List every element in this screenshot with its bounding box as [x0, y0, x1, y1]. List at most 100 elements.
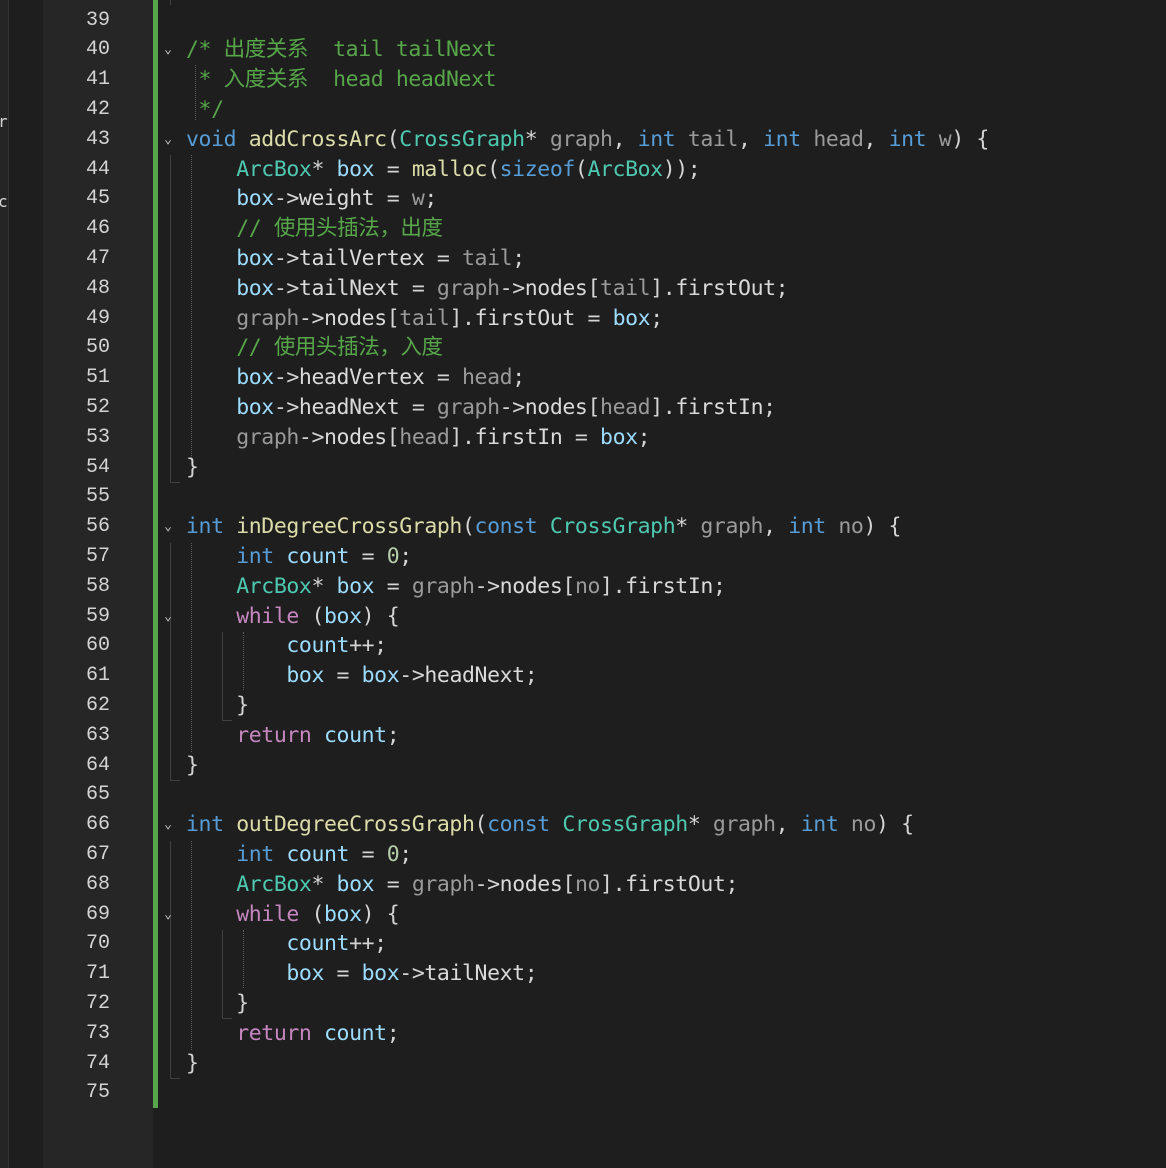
token: count [286, 931, 350, 957]
code-text: int inDegreeCrossGraph(const CrossGraph*… [186, 512, 902, 542]
code-line[interactable]: 56 ⌄ int inDegreeCrossGraph(const CrossGra… [0, 512, 1166, 542]
token: no [838, 514, 864, 540]
token: ]. [449, 305, 475, 331]
fold-chevron-icon[interactable]: ⌄ [160, 35, 176, 65]
code-line[interactable]: 69 ⌄ while (box) { [0, 900, 1166, 930]
token: box [336, 156, 375, 182]
code-line[interactable]: 52 box->headNext = graph->nodes[head].fi… [0, 393, 1166, 423]
token: box [600, 424, 638, 450]
token: box [336, 871, 375, 897]
token: ( [474, 812, 488, 838]
token: inDegreeCrossGraph [236, 514, 462, 540]
code-line[interactable]: 53 graph->nodes[head].firstIn = box; [0, 423, 1166, 453]
code-line[interactable]: 40 ⌄ /* 出度关系 tail tailNext [0, 35, 1166, 65]
fold-chevron-icon[interactable]: ⌄ [160, 900, 176, 930]
token: ++; [349, 633, 387, 659]
code-text: box->tailNext = graph->nodes[tail].first… [186, 274, 788, 304]
token: while [236, 901, 299, 927]
code-line[interactable]: 57 int count = 0; [0, 542, 1166, 572]
code-line[interactable]: 67 int count = 0; [0, 840, 1166, 870]
token: no [850, 812, 877, 838]
code-line[interactable]: 44 ArcBox* box = malloc(sizeof(ArcBox)); [0, 155, 1166, 185]
code-line[interactable]: 59 ⌄ while (box) { [0, 602, 1166, 632]
token: ; [512, 365, 525, 391]
token: addCrossArc [248, 126, 387, 152]
code-line[interactable]: 73 return count; [0, 1019, 1166, 1049]
code-line[interactable]: 47 box->tailVertex = tail; [0, 244, 1166, 274]
token: = [424, 365, 463, 391]
code-line[interactable]: 39 [0, 6, 1166, 36]
fold-chevron-icon[interactable]: ⌄ [160, 125, 176, 155]
code-line[interactable]: 48 box->tailNext = graph->nodes[tail].fi… [0, 274, 1166, 304]
fold-chevron-icon[interactable]: ⌄ [160, 512, 176, 542]
token: = [374, 186, 412, 212]
code-line[interactable]: 60 count++; [0, 631, 1166, 661]
code-text: box->tailVertex = tail; [186, 244, 525, 274]
token: graph [411, 871, 475, 897]
code-line[interactable]: 54} [0, 453, 1166, 483]
token: count [324, 722, 387, 748]
line-number: 40 [85, 38, 110, 62]
token: firstIn [474, 424, 563, 450]
token: = [374, 871, 412, 897]
code-line[interactable]: 68 ArcBox* box = graph->nodes[no].firstO… [0, 870, 1166, 900]
token: )); [662, 156, 701, 182]
token: no [574, 871, 601, 897]
token: tail [399, 305, 450, 331]
code-line[interactable]: 43 ⌄ void addCrossArc(CrossGraph* graph, i… [0, 125, 1166, 155]
token: [ [562, 871, 575, 897]
code-line[interactable]: 55 [0, 482, 1166, 512]
token: -> [499, 275, 525, 301]
code-text: int count = 0; [186, 840, 412, 870]
token: CrossGraph [399, 126, 525, 152]
code-line[interactable]: 42 */ [0, 95, 1166, 125]
token: -> [273, 245, 299, 271]
code-line[interactable]: 74} [0, 1049, 1166, 1079]
code-line[interactable]: 49 graph->nodes[tail].firstOut = box; [0, 304, 1166, 334]
token: = [399, 275, 437, 301]
token: ; [775, 275, 789, 301]
code-line[interactable]: 70 count++; [0, 929, 1166, 959]
line-number: 41 [85, 68, 110, 92]
fold-chevron-icon[interactable]: ⌄ [160, 602, 176, 632]
code-line[interactable]: 65 [0, 780, 1166, 810]
token: * [675, 514, 701, 540]
code-line[interactable]: 61 box = box->headNext; [0, 661, 1166, 691]
code-editor[interactable]: r c 39 40 ⌄/* 出度关系 tail tailNext 41 * 入度关系 … [0, 0, 1166, 1168]
line-number: 42 [85, 97, 110, 121]
token: ( [461, 514, 475, 540]
code-line[interactable]: 66 ⌄ int outDegreeCrossGraph(const CrossGr… [0, 810, 1166, 840]
line-number: 68 [85, 872, 110, 896]
code-line[interactable]: 64} [0, 751, 1166, 781]
code-line[interactable]: 45 box->weight = w; [0, 184, 1166, 214]
token: tail [687, 126, 739, 152]
code-line[interactable]: 71 box = box->tailNext; [0, 959, 1166, 989]
token: [ [562, 573, 575, 599]
code-text: int count = 0; [186, 542, 412, 572]
code-line[interactable]: 50 // 使用头插法，入度 [0, 333, 1166, 363]
token: ; [386, 722, 400, 748]
code-line[interactable]: 63 return count; [0, 721, 1166, 751]
code-line[interactable]: 62 } [0, 691, 1166, 721]
code-line[interactable]: 41 * 入度关系 head headNext [0, 65, 1166, 95]
code-text: * 入度关系 head headNext [186, 65, 497, 95]
code-line[interactable]: 46 // 使用头插法，出度 [0, 214, 1166, 244]
token: ; [512, 245, 525, 271]
token: [ [386, 424, 400, 450]
token: graph [436, 394, 500, 420]
token: // 使用头插法，入度 [236, 335, 443, 361]
token: malloc [411, 156, 488, 182]
token: ; [399, 841, 412, 867]
token: nodes [499, 573, 563, 599]
code-line[interactable]: 58 ArcBox* box = graph->nodes[no].firstI… [0, 572, 1166, 602]
line-number: 73 [85, 1021, 110, 1045]
token: graph [436, 275, 500, 301]
code-line[interactable]: 51 box->headVertex = head; [0, 363, 1166, 393]
code-line[interactable]: 75 [0, 1078, 1166, 1108]
line-number: 63 [85, 723, 110, 747]
line-number: 59 [85, 604, 110, 628]
fold-chevron-icon[interactable]: ⌄ [160, 810, 176, 840]
code-line[interactable]: 72 } [0, 989, 1166, 1019]
